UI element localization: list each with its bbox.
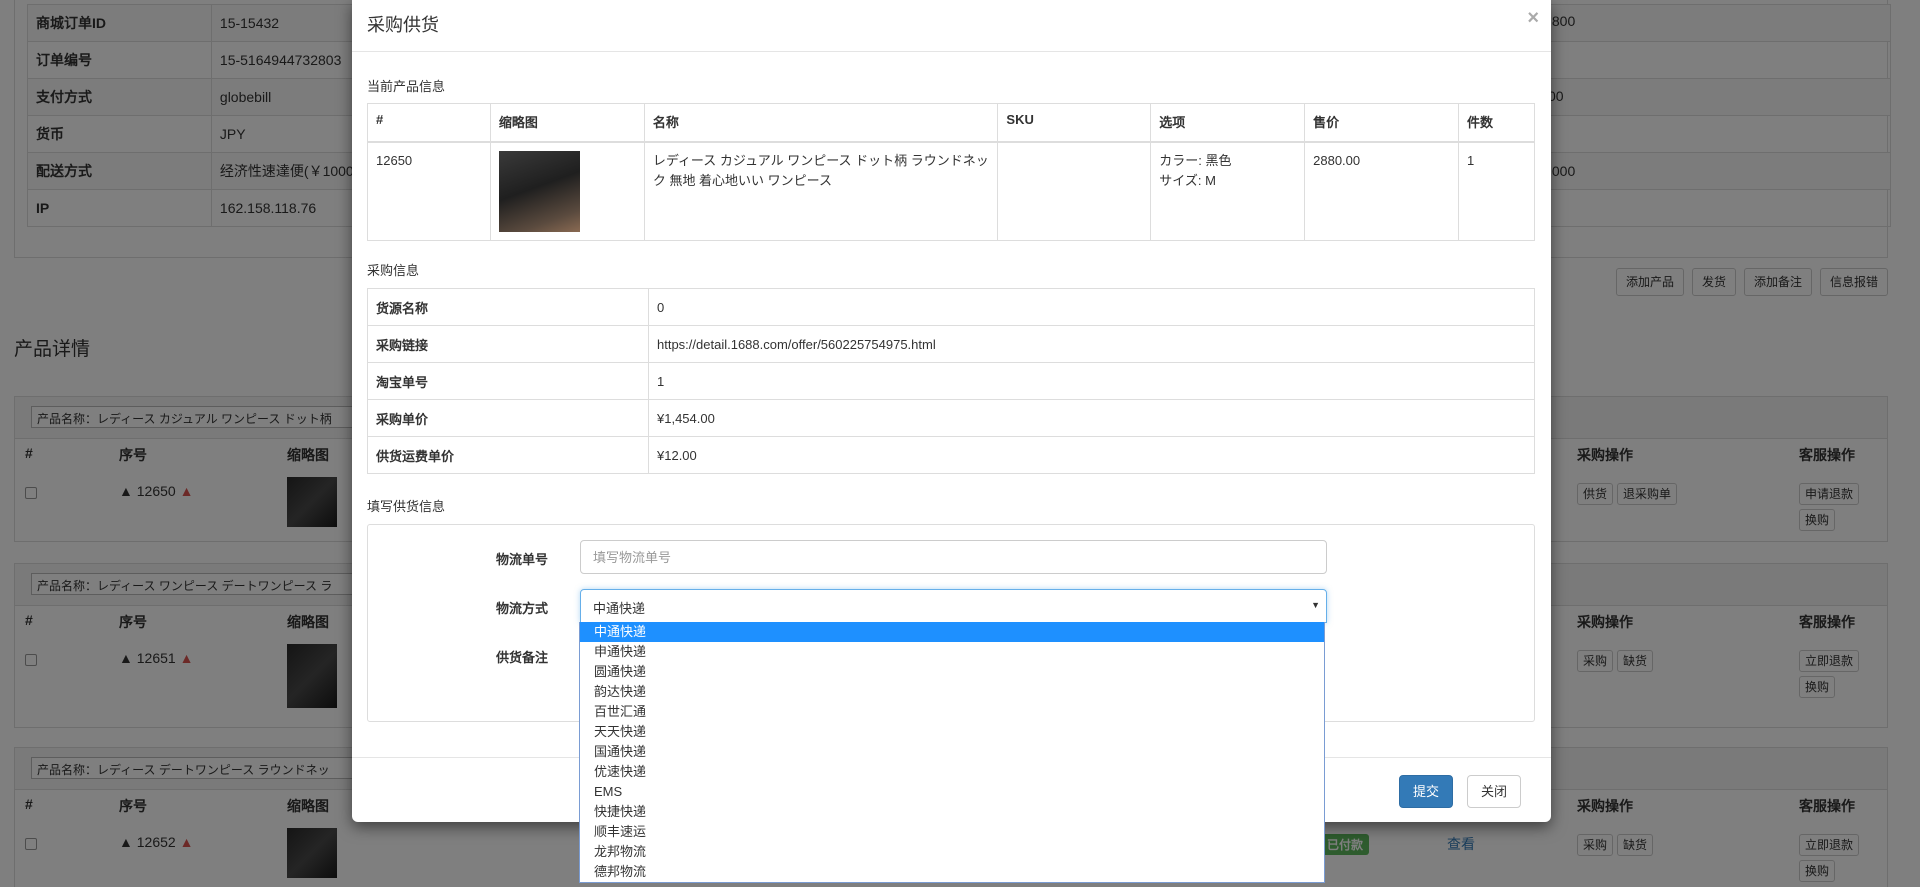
table-row: 货源名称 0 (367, 288, 1535, 326)
dropdown-option[interactable]: 韵达快递 (580, 682, 1324, 702)
current-product-table: # 缩略图 名称 SKU 选项 售价 件数 12650 レディース カジュアル … (367, 103, 1535, 241)
table-row: 采购单价 ¥1,454.00 (367, 399, 1535, 437)
taobao-order-value: 1 (648, 362, 1535, 400)
table-row: 12650 レディース カジュアル ワンピース ドット柄 ラウンドネック 無地 … (367, 141, 1535, 241)
product-sku (997, 141, 1152, 241)
taobao-order-label: 淘宝单号 (367, 362, 649, 400)
option-size: サイズ: M (1159, 172, 1216, 188)
source-name-label: 货源名称 (367, 288, 649, 326)
modal-header: 采购供货 × (352, 0, 1551, 52)
submit-button[interactable]: 提交 (1399, 775, 1453, 808)
col-options: 选项 (1150, 103, 1306, 143)
product-name: レディース カジュアル ワンピース ドット柄 ラウンドネック 無地 着心地いい … (643, 141, 999, 241)
dropdown-option[interactable]: 优速快递 (580, 762, 1324, 782)
chevron-down-icon: ▼ (1311, 600, 1320, 610)
dropdown-option[interactable]: 百世汇通 (580, 702, 1324, 722)
close-icon[interactable]: × (1527, 8, 1539, 28)
col-price: 售价 (1304, 103, 1459, 143)
product-price: 2880.00 (1304, 141, 1459, 241)
col-name: 名称 (643, 103, 999, 143)
dropdown-option[interactable]: 申通快递 (580, 642, 1324, 662)
table-row: 供货运费单价 ¥12.00 (367, 436, 1535, 474)
dropdown-option[interactable]: 天天快递 (580, 722, 1324, 742)
supply-form-title: 填写供货信息 (367, 499, 446, 514)
product-id: 12650 (367, 141, 491, 241)
option-color: カラー: 黑色 (1159, 152, 1232, 168)
freight-price-value: ¥12.00 (648, 436, 1535, 474)
table-row: 淘宝单号 1 (367, 362, 1535, 400)
dropdown-option[interactable]: 中通快递 (580, 622, 1324, 642)
close-button[interactable]: 关闭 (1467, 775, 1521, 808)
shipping-method-dropdown: 中通快递 申通快递 圆通快递 韵达快递 百世汇通 天天快递 国通快递 优速快递 … (579, 622, 1325, 883)
dropdown-option[interactable]: 顺丰速运 (580, 822, 1324, 842)
dropdown-option[interactable]: EMS (580, 782, 1324, 802)
col-thumbnail: 缩略图 (489, 103, 645, 143)
modal-title: 采购供货 (367, 15, 439, 35)
col-qty: 件数 (1458, 103, 1535, 143)
shipping-method-select[interactable]: 中通快递 ▼ (580, 589, 1327, 623)
purchase-info-title: 采购信息 (367, 263, 420, 278)
table-row: 采购链接 https://detail.1688.com/offer/560225… (367, 325, 1535, 363)
product-qty: 1 (1458, 141, 1535, 241)
unit-price-label: 采购单价 (367, 399, 649, 437)
table-header-row: # 缩略图 名称 SKU 选项 售价 件数 (367, 103, 1535, 143)
dropdown-option[interactable]: 快捷快递 (580, 802, 1324, 822)
tracking-number-label: 物流单号 (495, 552, 548, 567)
dropdown-option[interactable]: 国通快递 (580, 742, 1324, 762)
freight-price-label: 供货运费单价 (367, 436, 649, 474)
col-sku: SKU (997, 103, 1152, 143)
source-name-value: 0 (648, 288, 1535, 326)
product-thumbnail (498, 150, 580, 232)
col-hash: # (367, 103, 491, 143)
tracking-number-input[interactable]: 填写物流单号 (580, 540, 1327, 574)
thumbnail-cell (489, 141, 645, 241)
supply-remark-label: 供货备注 (495, 650, 548, 665)
purchase-link-label: 采购链接 (367, 325, 649, 363)
unit-price-value: ¥1,454.00 (648, 399, 1535, 437)
purchase-link-value: https://detail.1688.com/offer/5602257549… (648, 325, 1535, 363)
purchase-info-table: 货源名称 0 采购链接 https://detail.1688.com/offer/… (367, 288, 1535, 474)
current-product-title: 当前产品信息 (367, 79, 446, 94)
shipping-method-label: 物流方式 (495, 601, 548, 616)
dropdown-option[interactable]: 德邦物流 (580, 862, 1324, 882)
dropdown-option[interactable]: 龙邦物流 (580, 842, 1324, 862)
shipping-method-selected: 中通快递 (593, 601, 646, 616)
product-options: カラー: 黑色 サイズ: M (1150, 141, 1306, 241)
dropdown-option[interactable]: 圆通快递 (580, 662, 1324, 682)
